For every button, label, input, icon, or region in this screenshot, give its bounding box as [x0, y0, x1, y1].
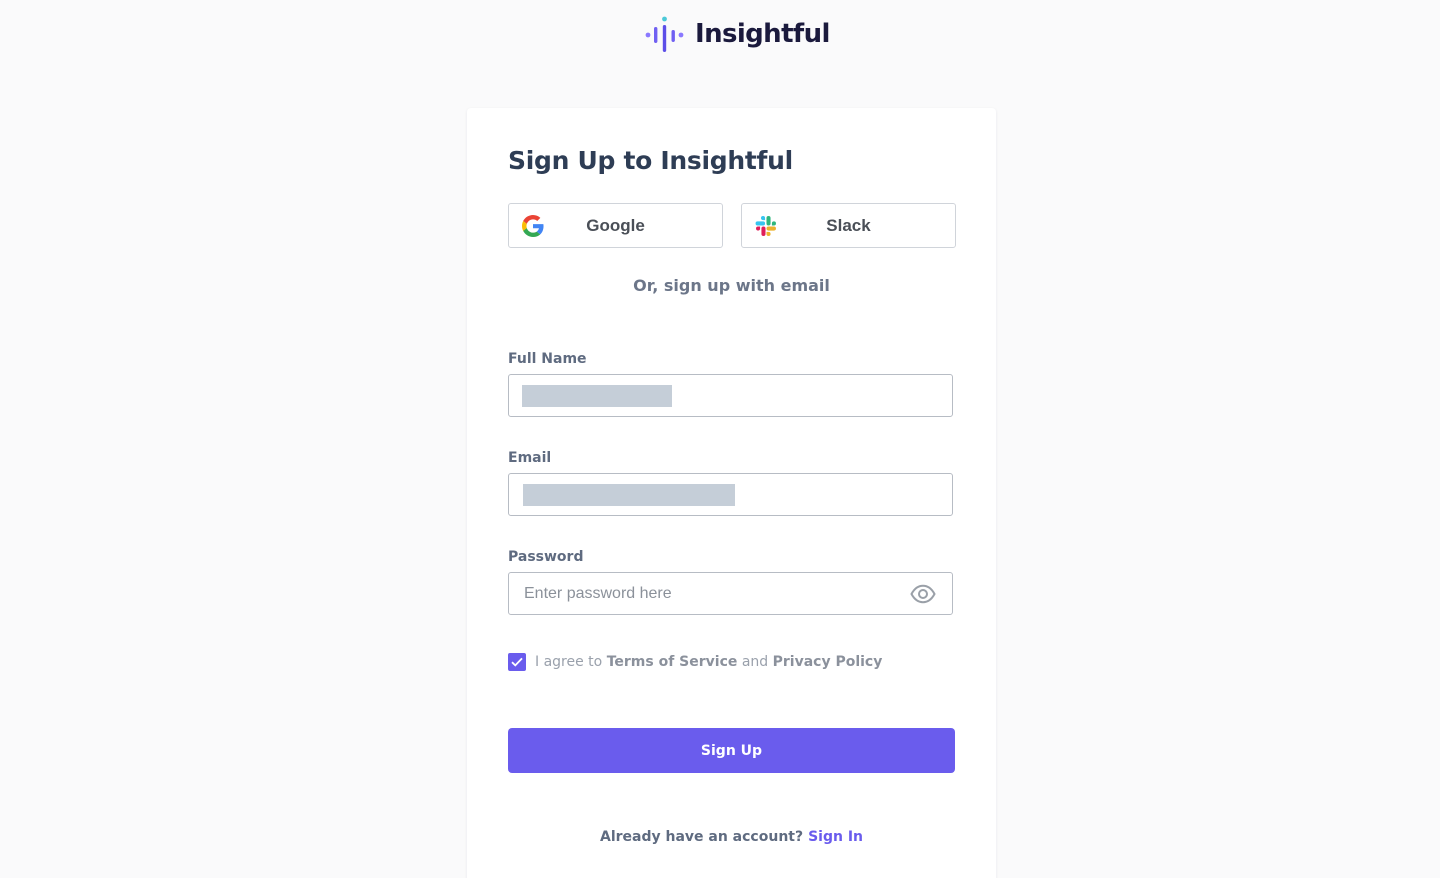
terms-of-service-link[interactable]: Terms of Service [607, 654, 738, 670]
eye-icon[interactable] [910, 584, 936, 604]
slack-button-label: Slack [826, 216, 871, 235]
redacted-value [522, 385, 672, 407]
already-have-account-text: Already have an account? [599, 829, 804, 845]
signup-page: Insightful Sign Up to Insightful Google … [0, 0, 1440, 878]
google-button-label: Google [586, 216, 645, 235]
page-title: Sign Up to Insightful [508, 146, 793, 175]
agree-and: and [741, 654, 769, 670]
redacted-value [523, 484, 735, 506]
signup-card: Sign Up to Insightful Google Slack Or, s… [467, 108, 996, 878]
audio-wave-logo-icon [645, 16, 684, 52]
google-signup-button[interactable]: Google [508, 203, 723, 248]
checkmark-icon [511, 657, 523, 667]
full-name-input[interactable] [508, 374, 953, 417]
privacy-policy-link[interactable]: Privacy Policy [773, 654, 883, 670]
brand-name: Insightful [695, 19, 830, 49]
sign-up-button[interactable]: Sign Up [508, 728, 955, 773]
password-placeholder: Enter password here [524, 585, 672, 602]
full-name-label: Full Name [508, 351, 587, 367]
email-label: Email [508, 450, 552, 466]
password-label: Password [508, 549, 584, 565]
sign-in-link[interactable]: Sign In [808, 829, 863, 845]
slack-signup-button[interactable]: Slack [741, 203, 956, 248]
email-divider-text: Or, sign up with email [633, 276, 830, 295]
agree-prefix: I agree to [535, 654, 603, 670]
terms-agreement: I agree to Terms of Service and Privacy … [508, 653, 882, 671]
sign-in-prompt: Already have an account? Sign In [467, 829, 996, 845]
agree-checkbox[interactable] [508, 653, 526, 671]
email-input[interactable] [508, 473, 953, 516]
password-input[interactable]: Enter password here [508, 572, 953, 615]
brand-logo[interactable]: Insightful [645, 14, 830, 54]
